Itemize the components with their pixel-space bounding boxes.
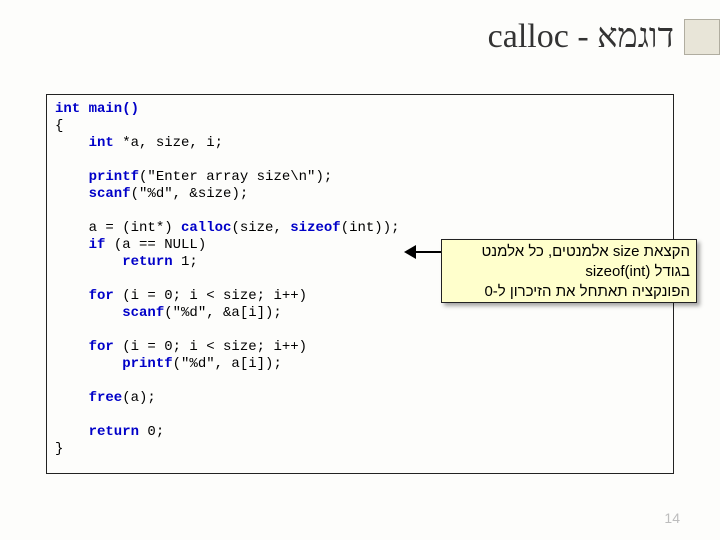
code-text: a = (int*) — [55, 220, 181, 236]
code-kw: printf — [55, 356, 173, 372]
code-text: (i = 0; i < size; i++) — [122, 288, 307, 304]
annotation-callout: הקצאת size אלמנטים, כל אלמנט בגודל sizeo… — [441, 239, 697, 303]
code-text: (size, — [231, 220, 290, 236]
code-kw: calloc — [181, 220, 231, 236]
code-text: (int)); — [341, 220, 400, 236]
code-text: 1; — [181, 254, 198, 270]
code-kw: for — [55, 339, 122, 355]
code-kw: scanf — [55, 305, 164, 321]
code-text: (i = 0; i < size; i++) — [122, 339, 307, 355]
slide-title: calloc - דוגמא — [488, 18, 684, 56]
title-bar: calloc - דוגמא — [488, 18, 720, 56]
code-line: } — [55, 441, 63, 457]
code-text: *a, size, i; — [122, 135, 223, 151]
annotation-line: הקצאת size אלמנטים, כל אלמנט — [448, 242, 690, 262]
code-kw: int — [55, 135, 122, 151]
code-kw: scanf — [55, 186, 131, 202]
code-kw: if — [55, 237, 114, 253]
code-kw: printf — [55, 169, 139, 185]
annotation-arrow-icon — [404, 245, 442, 259]
code-text: ("%d", a[i]); — [173, 356, 282, 372]
code-kw: sizeof — [290, 220, 340, 236]
code-text: (a == NULL) — [114, 237, 206, 253]
title-decoration-square — [684, 19, 720, 55]
annotation-line: הפונקציה תאתחל את הזיכרון ל-0 — [448, 282, 690, 302]
code-kw: for — [55, 288, 122, 304]
code-line: int main() — [55, 101, 139, 117]
code-text: ("Enter array size\n"); — [139, 169, 332, 185]
annotation-line: בגודל sizeof(int) — [448, 262, 690, 282]
code-kw: return — [55, 424, 147, 440]
code-kw: free — [55, 390, 122, 406]
code-line: { — [55, 118, 63, 134]
code-text: 0; — [147, 424, 164, 440]
code-text: ("%d", &size); — [131, 186, 249, 202]
code-kw: return — [55, 254, 181, 270]
code-text: (a); — [122, 390, 156, 406]
page-number: 14 — [664, 510, 680, 526]
code-text: ("%d", &a[i]); — [164, 305, 282, 321]
